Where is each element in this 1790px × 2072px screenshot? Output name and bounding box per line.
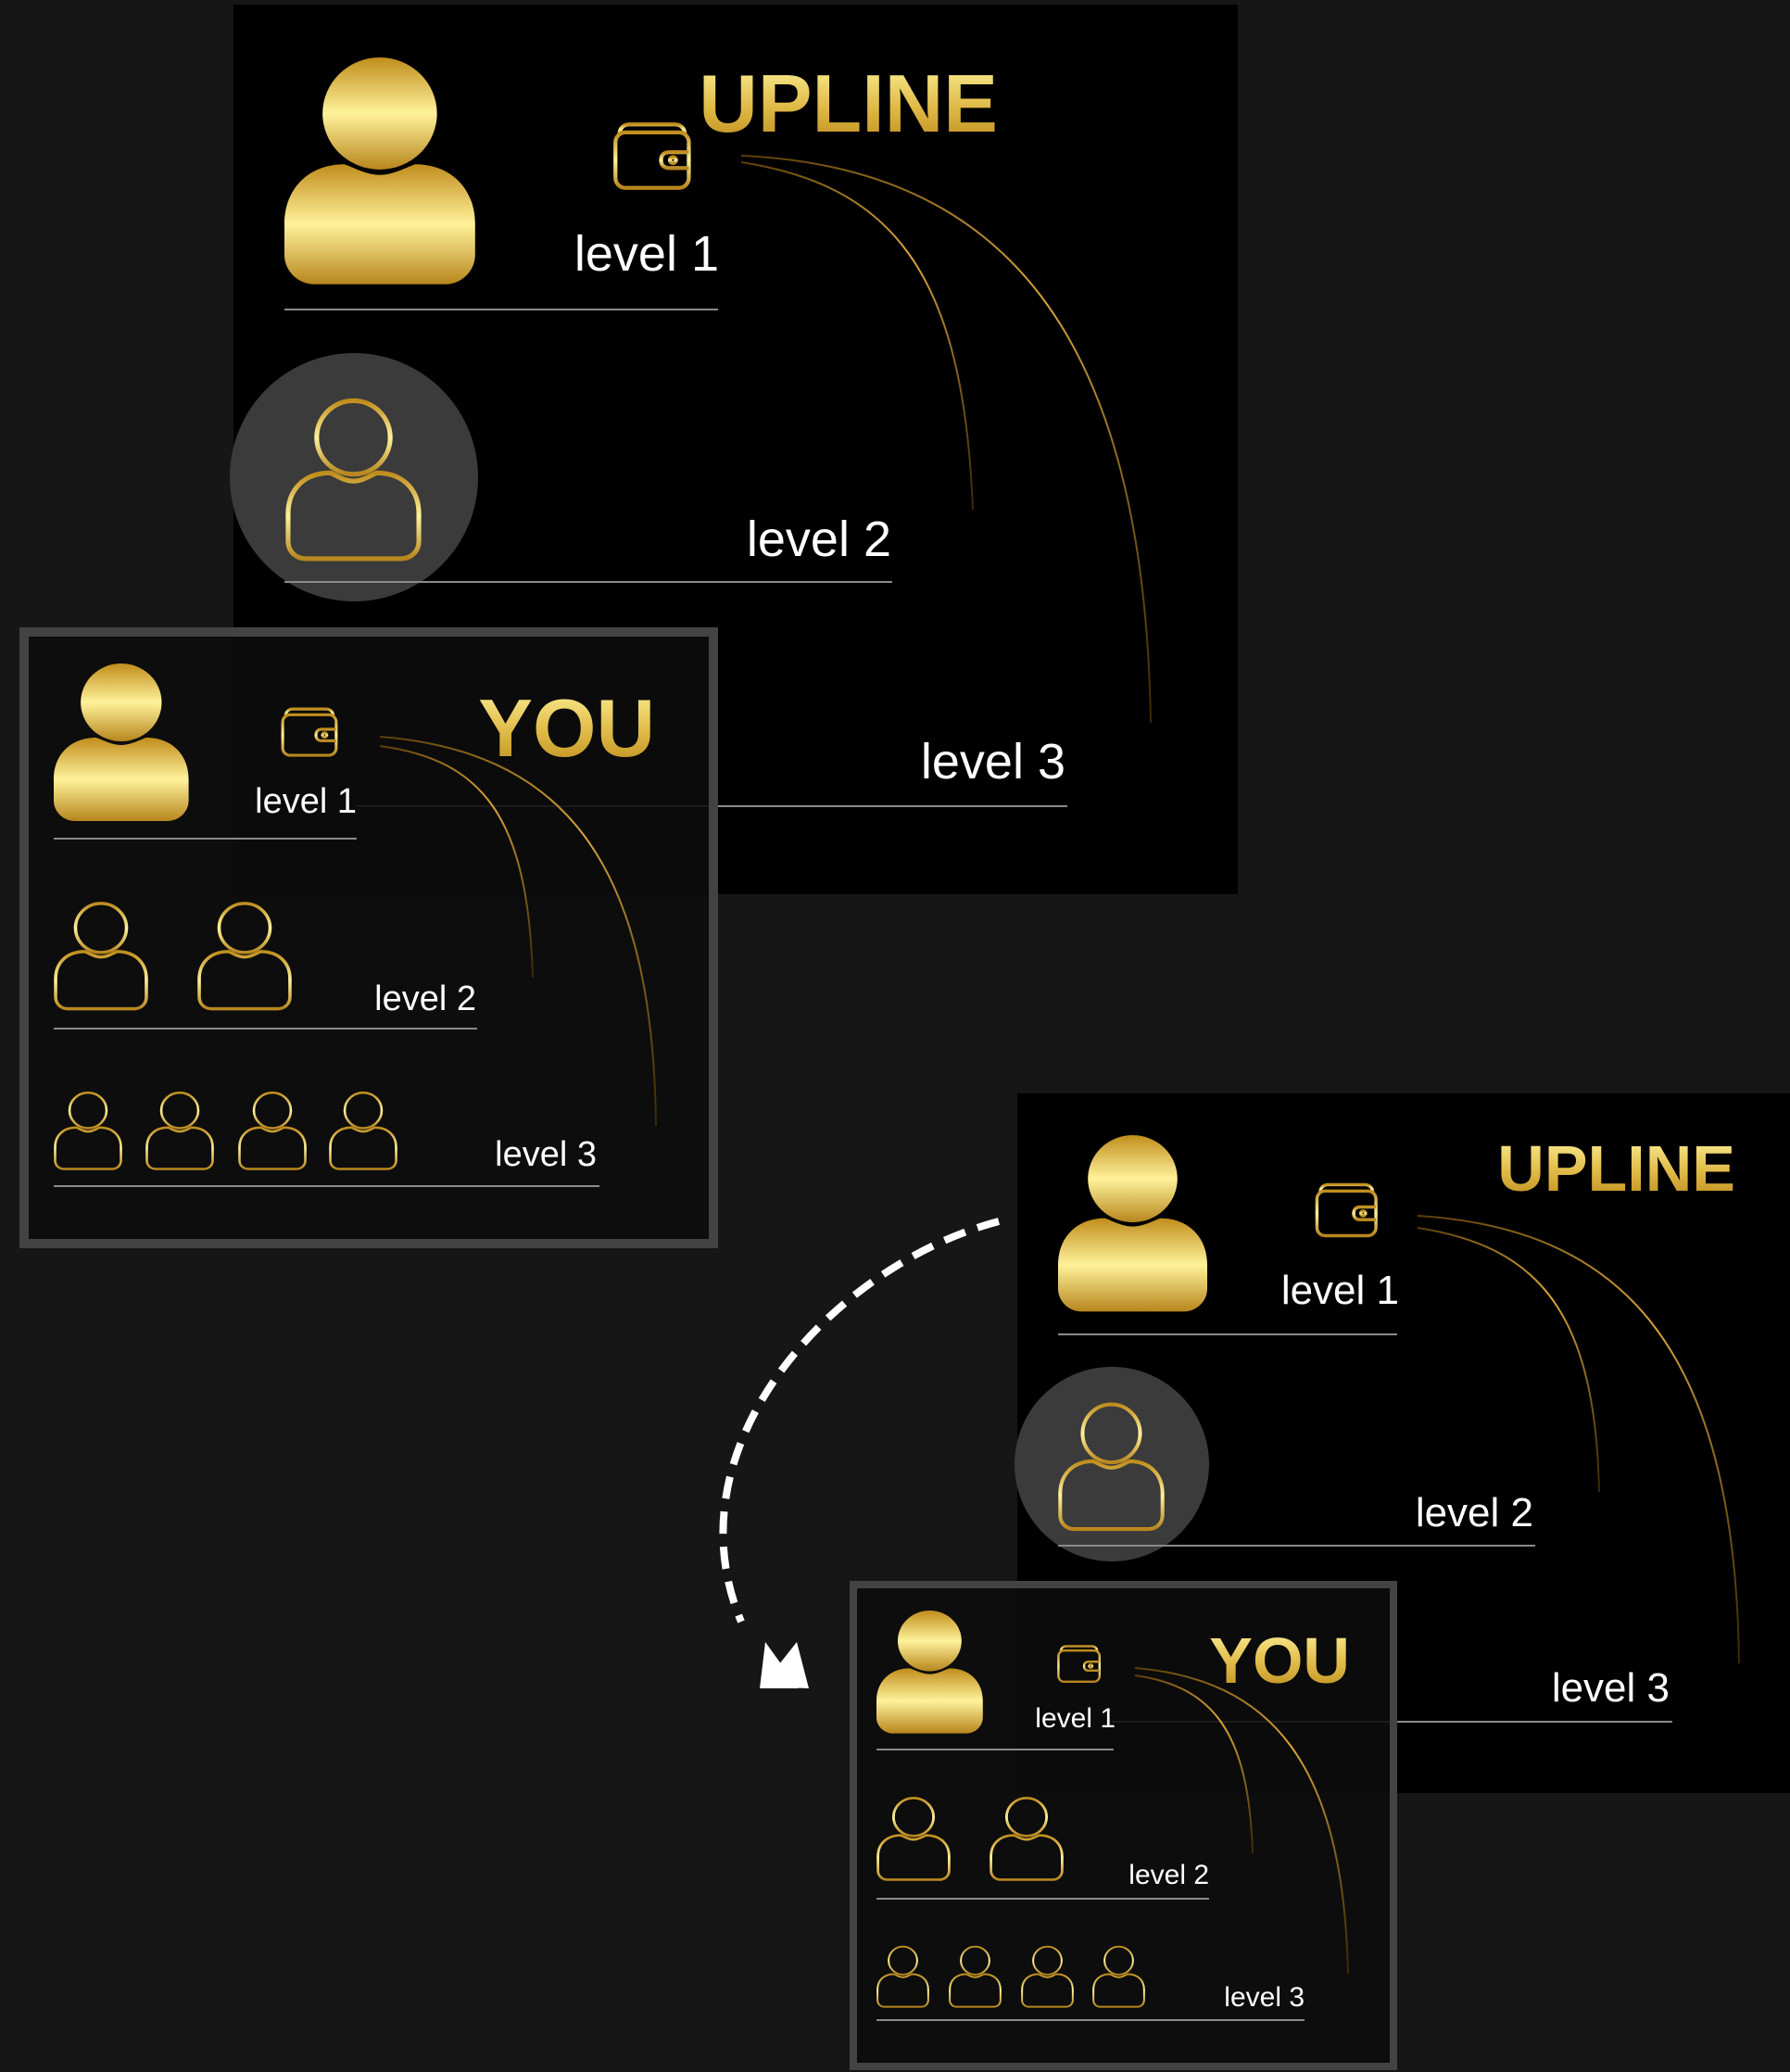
you-level-3-label: level 3	[495, 1135, 597, 1174]
bottom-diagram: UPLINE level 1 level 2 level 3 YOU level…	[850, 1093, 1790, 2070]
upline-level-2-label: level 2	[747, 512, 891, 567]
you-level-2-label: level 2	[374, 979, 476, 1018]
upline-title: UPLINE	[1497, 1132, 1735, 1205]
you-level-1-label: level 1	[255, 782, 357, 821]
upline-level-2-label: level 2	[1416, 1490, 1533, 1535]
upline-level-1-label: level 1	[1281, 1268, 1399, 1313]
you-title: YOU	[1209, 1624, 1350, 1697]
you-panel: YOU level 1 level 2 level 3	[19, 627, 718, 1248]
upline-level-1-label: level 1	[574, 226, 719, 282]
you-level-1-label: level 1	[1035, 1703, 1116, 1734]
top-diagram: UPLINE level 1 level 2 level 3 YOU level…	[19, 5, 1238, 1248]
dashed-arrow-path	[719, 1218, 1001, 1623]
referral-levels-diagram: UPLINE level 1 level 2 level 3 YOU level…	[19, 5, 1790, 2070]
upline-level-3-label: level 3	[921, 734, 1065, 790]
you-title: YOU	[478, 682, 655, 774]
upline-level-3-label: level 3	[1552, 1665, 1670, 1711]
you-level-3-label: level 3	[1224, 1982, 1305, 2013]
you-panel: YOU level 1 level 2 level 3	[850, 1581, 1397, 2070]
you-level-2-label: level 2	[1128, 1860, 1209, 1890]
level-2-user-highlight	[230, 353, 478, 601]
upline-title: UPLINE	[699, 57, 998, 149]
